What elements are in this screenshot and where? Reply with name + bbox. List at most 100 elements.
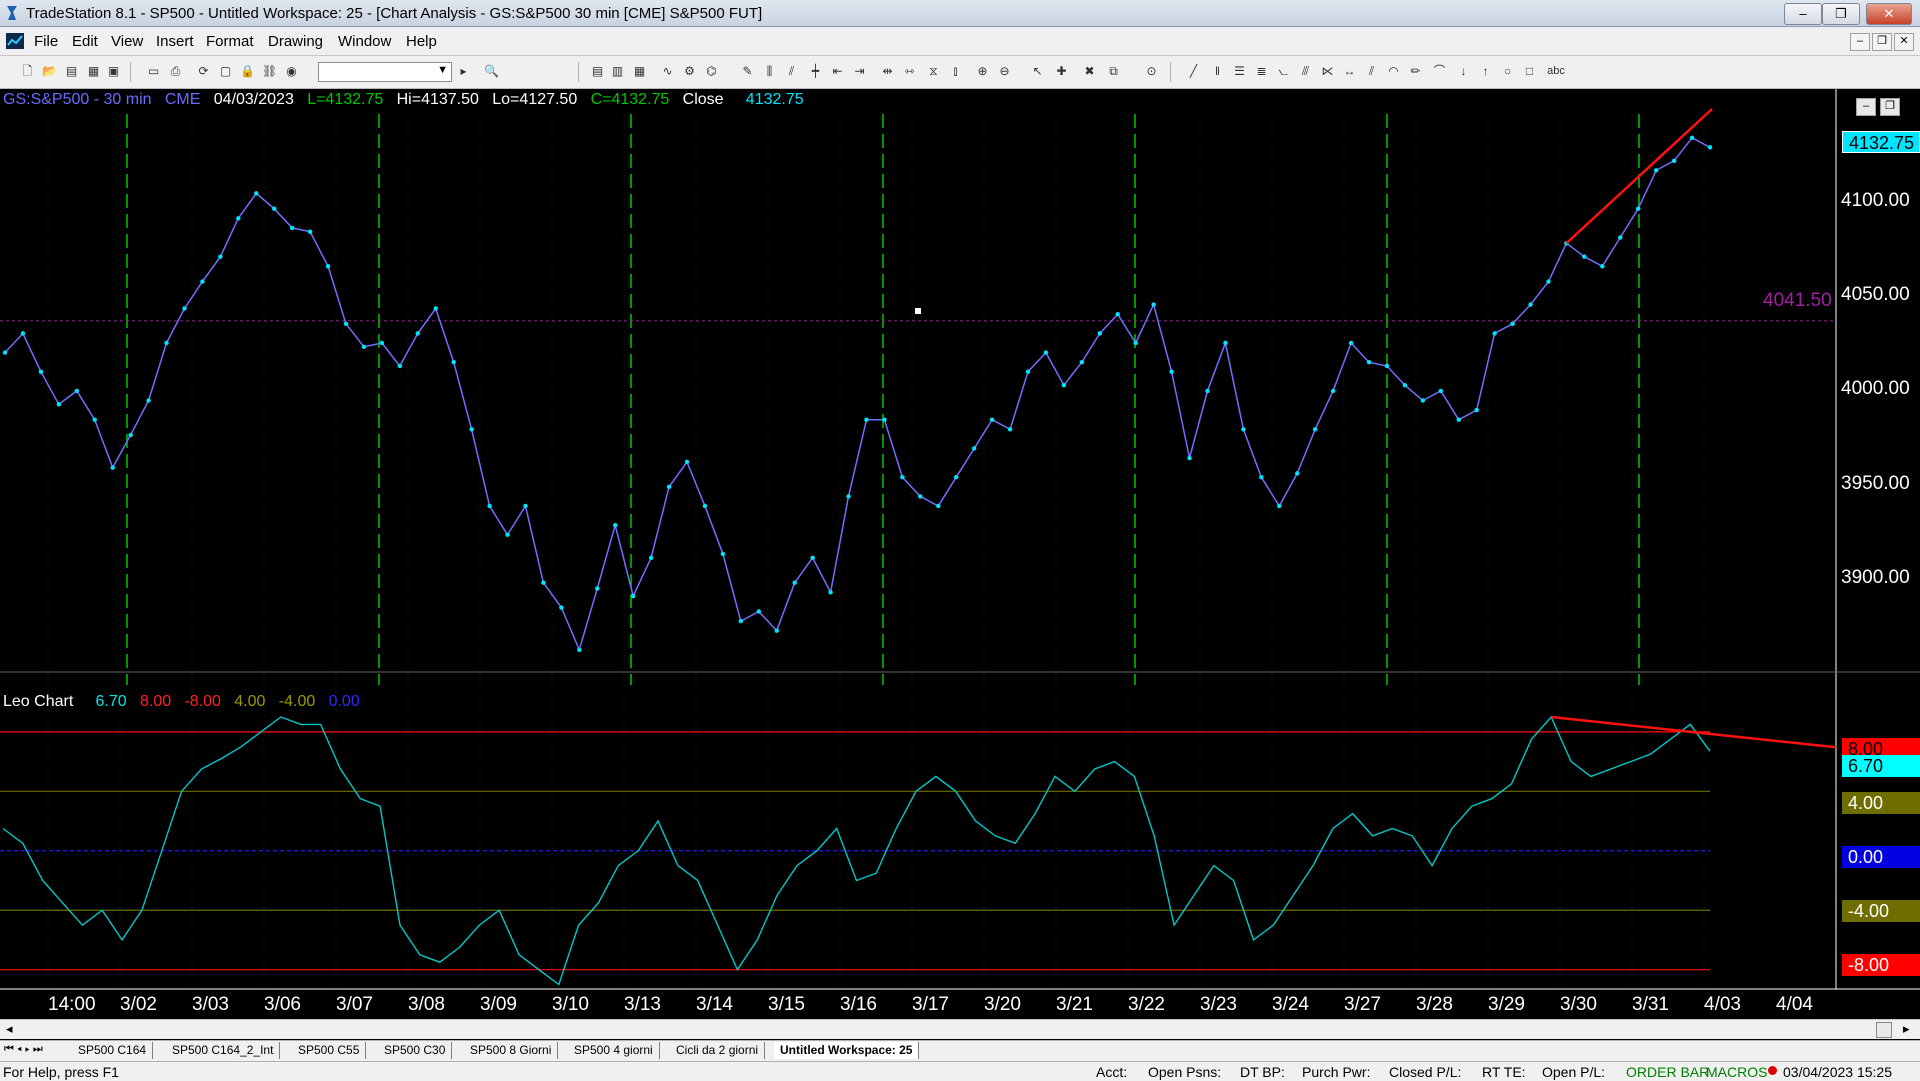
time-icon[interactable]: ⧖ [926, 64, 941, 79]
arrow-down-icon[interactable]: ↓ [1456, 64, 1471, 79]
tab-sp500-c164-2-int[interactable]: SP500 C164_2_Int [166, 1042, 281, 1059]
tab-sp500-4-giorni[interactable]: SP500 4 giorni [568, 1042, 660, 1059]
strategy-icon[interactable]: ⚙ [682, 64, 697, 79]
zoom-in-icon[interactable]: ⊕ [975, 64, 990, 79]
scroll-right-arrow-icon[interactable]: ▸ [1903, 1021, 1910, 1037]
price-point [523, 503, 528, 509]
scroll-left-arrow-icon[interactable]: ◂ [6, 1021, 13, 1037]
menu-drawing[interactable]: Drawing [268, 33, 323, 50]
menu-insert[interactable]: Insert [156, 33, 194, 50]
expand-icon[interactable]: ⇿ [902, 64, 917, 79]
format-icon[interactable]: ✎ [740, 64, 755, 79]
lock-icon[interactable]: 🔒 [240, 64, 255, 79]
tools-icon[interactable]: ✖ [1082, 64, 1097, 79]
rectangle-icon[interactable]: □ [1522, 64, 1537, 79]
ohlc-icon[interactable]: ┿ [808, 64, 823, 79]
channel-icon[interactable]: ⫻ [1298, 64, 1313, 79]
bars-count-icon[interactable]: ⫾ [948, 64, 963, 79]
ellipse-icon[interactable]: ○ [1500, 64, 1515, 79]
mdi-minimize-button[interactable]: – [1850, 33, 1870, 51]
print-preview-icon[interactable]: ▭ [146, 64, 161, 79]
indicator-icon[interactable]: ∿ [660, 64, 675, 79]
chevron-down-icon[interactable]: ▼ [437, 64, 448, 76]
save-icon[interactable]: ▣ [106, 64, 121, 79]
chart-style-icon[interactable]: ▤ [590, 64, 605, 79]
low-label: Lo=4127.50 [492, 91, 578, 108]
play-icon[interactable]: ▸ [456, 64, 471, 79]
order-bar-button[interactable]: ORDER BAR [1626, 1064, 1709, 1080]
price-point [1582, 254, 1587, 259]
vertical-lines-icon[interactable]: ‖ [1210, 64, 1225, 79]
tab-untitled-workspace-25[interactable]: Untitled Workspace: 25 [774, 1042, 920, 1059]
candles-icon[interactable]: ⫽ [784, 64, 799, 79]
horizontal-lines-icon[interactable]: ☰ [1232, 64, 1247, 79]
closed-pl-label: Closed P/L: [1389, 1064, 1462, 1080]
analysis-icon[interactable]: ⌬ [704, 64, 719, 79]
subwindow-minimize-button[interactable]: – [1856, 98, 1876, 116]
price-point [1348, 340, 1354, 346]
minimize-button[interactable]: – [1784, 3, 1822, 25]
menu-edit[interactable]: Edit [72, 33, 98, 50]
bars-icon[interactable]: ⫼ [762, 64, 777, 79]
pencil-icon[interactable]: ✏ [1408, 64, 1423, 79]
andrews-icon[interactable]: ⋉ [1320, 64, 1335, 79]
menu-file[interactable]: File [34, 33, 58, 50]
curve-icon[interactable]: ⌒ [1432, 64, 1447, 79]
pointer-icon[interactable]: ↖ [1030, 64, 1045, 79]
palette-icon[interactable]: ◉ [284, 64, 299, 79]
speed-lines-icon[interactable]: ⦦ [1276, 64, 1291, 79]
price-point [433, 306, 438, 311]
refresh-icon[interactable]: ⟳ [196, 64, 211, 79]
text-icon[interactable]: abc [1544, 64, 1568, 79]
macros-button[interactable]: MACROS [1706, 1064, 1767, 1080]
trendline-icon[interactable]: ╱ [1186, 64, 1201, 79]
tab-cicli-da-2-giorni[interactable]: Cicli da 2 giorni [670, 1042, 766, 1059]
close-button[interactable]: ✕ [1866, 3, 1912, 25]
scroll-thumb[interactable] [1876, 1022, 1892, 1038]
tab-sp500-c30[interactable]: SP500 C30 [378, 1042, 453, 1059]
menu-help[interactable]: Help [406, 33, 437, 50]
chart-analysis-window[interactable]: GS:S&P500 - 30 min CME 04/03/2023 L=4132… [0, 89, 1920, 1020]
price-point [1420, 398, 1426, 403]
zoom-out-icon[interactable]: ⊖ [997, 64, 1012, 79]
new-icon[interactable]: 🗋 [20, 64, 35, 79]
time-tick-3-29: 3/29 [1488, 994, 1525, 1015]
arrow-up-icon[interactable]: ↑ [1478, 64, 1493, 79]
open-icon[interactable]: 📂 [42, 64, 57, 79]
price-point [1169, 369, 1174, 374]
tab-sp500-c55[interactable]: SP500 C55 [292, 1042, 367, 1059]
menu-view[interactable]: View [111, 33, 143, 50]
scroll-left-icon[interactable]: ⇤ [830, 64, 845, 79]
maximize-button[interactable]: ❐ [1822, 3, 1860, 25]
mdi-close-button[interactable]: ✕ [1894, 33, 1914, 51]
chart-canvas[interactable] [0, 89, 1920, 1020]
tab-sp500-8-giorni[interactable]: SP500 8 Giorni [464, 1042, 559, 1059]
indicator-value-5: 0.00 [328, 693, 360, 710]
open-workspace-icon[interactable]: ▤ [64, 64, 79, 79]
tab-sp500-c164[interactable]: SP500 C164 [72, 1042, 154, 1059]
price-point [20, 331, 26, 336]
mdi-restore-button[interactable]: ❐ [1872, 33, 1892, 51]
horizontal-scrollbar[interactable]: ◂ ▸ [0, 1019, 1920, 1039]
new-workspace-icon[interactable]: ▦ [86, 64, 101, 79]
chart-style3-icon[interactable]: ▦ [632, 64, 647, 79]
tab-nav-arrows-icon[interactable]: ⏮◂▸⏭ [4, 1043, 46, 1056]
menu-format[interactable]: Format [206, 33, 254, 50]
compress-icon[interactable]: ⇹ [880, 64, 895, 79]
arc-icon[interactable]: ◠ [1386, 64, 1401, 79]
search-icon[interactable]: 🔍 [484, 64, 499, 79]
snapshot-icon[interactable]: ⧉ [1106, 64, 1121, 79]
retracement-icon[interactable]: ≣ [1254, 64, 1269, 79]
scroll-right-icon[interactable]: ⇥ [852, 64, 867, 79]
window-icon[interactable]: ▢ [218, 64, 233, 79]
horizontal-arrow-icon[interactable]: ↔ [1342, 64, 1357, 79]
gann-icon[interactable]: ⫽ [1364, 64, 1379, 79]
mouse-icon[interactable]: ⊙ [1144, 64, 1159, 79]
cross-pointer-icon[interactable]: ✚ [1054, 64, 1069, 79]
subwindow-restore-button[interactable]: ❐ [1880, 98, 1900, 116]
link-icon[interactable]: ⛓ [262, 64, 277, 79]
symbol-combo[interactable]: ▼ [318, 62, 452, 82]
print-icon[interactable]: ⎙ [168, 64, 183, 79]
chart-style2-icon[interactable]: ▥ [610, 64, 625, 79]
menu-window[interactable]: Window [338, 33, 391, 50]
